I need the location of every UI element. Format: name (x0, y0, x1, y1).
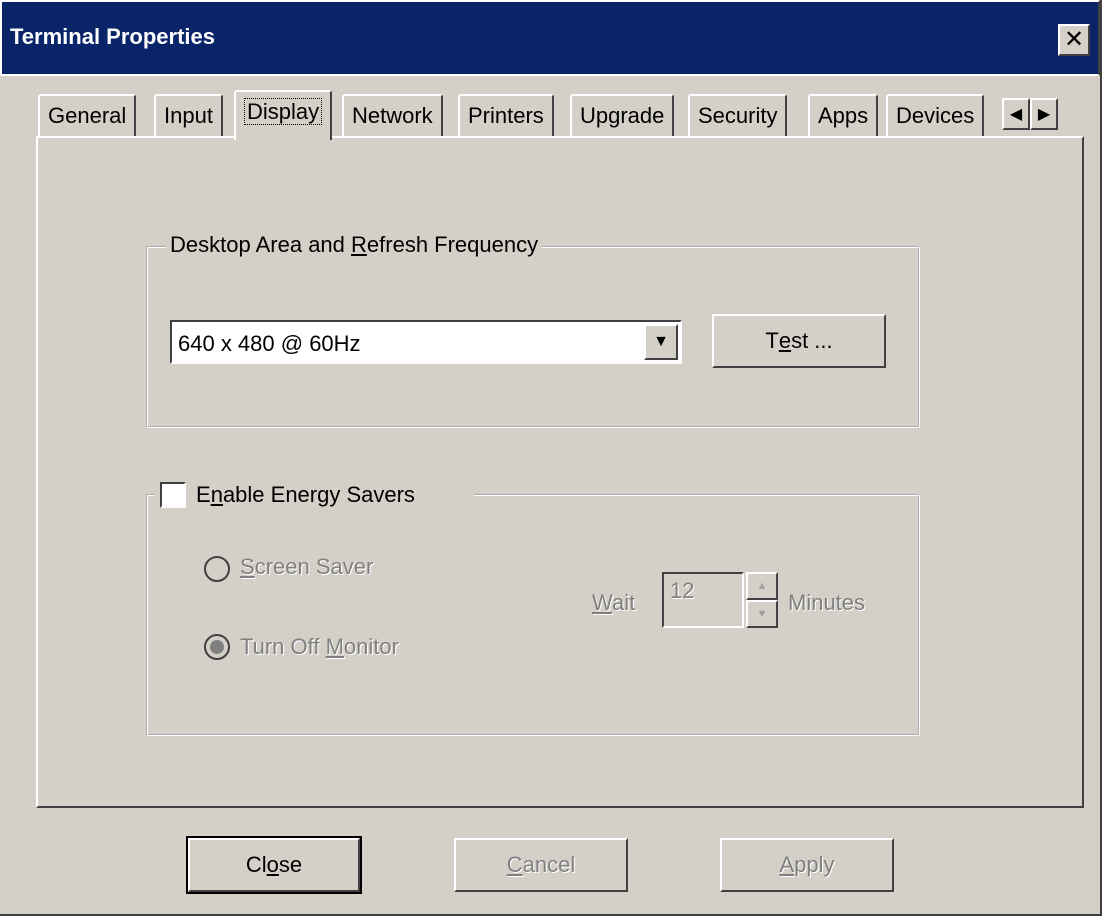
tab-label: General (48, 103, 127, 128)
tab-network[interactable]: Network (342, 94, 443, 138)
tab-label: Input (164, 103, 213, 128)
button-label: st ... (791, 328, 833, 353)
tab-label: Printers (468, 103, 544, 128)
minutes-label: Minutes (788, 590, 866, 615)
button-label: Cl (245, 852, 267, 877)
label-text: creen Saver (254, 554, 374, 579)
desktop-area-legend: Desktop Area and Refresh Frequency (166, 232, 543, 258)
legend-accelerator: R (351, 232, 367, 257)
test-button[interactable]: Te st ... (712, 314, 886, 368)
spin-up-button[interactable]: ▲ (746, 572, 778, 600)
chevron-down-icon: ▼ (653, 333, 669, 350)
wait-minutes-input[interactable]: 12 (662, 572, 744, 628)
tab-label: Devices (896, 103, 975, 128)
tab-scroll-right-button[interactable]: ▶ (1030, 98, 1058, 130)
turn-off-monitor-label[interactable]: Turn Off Monitor (240, 634, 399, 660)
close-button[interactable]: Cl o se (186, 836, 362, 894)
title-bar: Terminal Properties ✕ (0, 0, 1100, 76)
tab-label: Network (352, 103, 433, 128)
label-text: ait (611, 590, 636, 615)
tab-apps[interactable]: Apps (808, 94, 879, 138)
terminal-properties-window: Terminal Properties ✕ General Input Disp… (0, 0, 1102, 916)
button-accelerator: C (506, 852, 523, 877)
right-arrow-icon: ▶ (1037, 106, 1051, 123)
tab-devices[interactable]: Devices (886, 94, 985, 138)
screen-saver-radio[interactable] (204, 556, 230, 582)
button-label: pply (794, 852, 835, 877)
tab-scroll-left-button[interactable]: ◀ (1002, 98, 1030, 130)
resolution-value: 640 x 480 @ 60Hz (178, 331, 361, 356)
label-text: E (196, 482, 211, 507)
chevron-up-icon: ▲ (756, 580, 768, 592)
tab-input[interactable]: Input (154, 94, 223, 138)
left-arrow-icon: ◀ (1009, 106, 1023, 123)
button-label: ancel (522, 852, 576, 877)
label-accelerator: M (325, 634, 344, 659)
tab-printers[interactable]: Printers (458, 94, 554, 138)
tab-general[interactable]: General (38, 94, 137, 138)
button-accelerator: e (778, 328, 792, 353)
apply-button[interactable]: Apply (720, 838, 894, 892)
radio-dot (210, 640, 224, 654)
wait-value: 12 (670, 578, 695, 603)
enable-energy-savers-label[interactable]: Enable Energy Savers (196, 482, 415, 508)
tab-label: Upgrade (580, 103, 665, 128)
tab-label: Security (698, 103, 778, 128)
legend-text: efresh Frequency (366, 232, 539, 257)
label-accelerator: S (240, 554, 255, 579)
enable-energy-savers-checkbox[interactable] (160, 482, 186, 508)
spin-down-button[interactable]: ▼ (746, 600, 778, 628)
close-window-button[interactable]: ✕ (1058, 24, 1090, 56)
screen-saver-label[interactable]: Screen Saver (240, 554, 373, 580)
tab-label: Apps (818, 103, 869, 128)
cancel-button[interactable]: Cancel (454, 838, 628, 892)
label-accelerator: n (210, 482, 223, 507)
button-label: T (765, 328, 779, 353)
button-label: se (278, 852, 303, 877)
legend-text: Desktop Area and (170, 232, 352, 257)
label-text: onitor (343, 634, 399, 659)
button-accelerator: o (266, 852, 279, 877)
wait-label: Wait (592, 590, 635, 616)
dropdown-button[interactable]: ▼ (644, 324, 678, 360)
window-title: Terminal Properties (10, 24, 215, 49)
close-icon: ✕ (1063, 26, 1085, 53)
chevron-down-icon: ▼ (756, 608, 768, 620)
tab-upgrade[interactable]: Upgrade (570, 94, 675, 138)
turn-off-monitor-radio[interactable] (204, 634, 230, 660)
resolution-dropdown[interactable]: 640 x 480 @ 60Hz ▼ (170, 320, 682, 364)
tab-label: Display (244, 98, 323, 125)
tab-display[interactable]: Display (234, 90, 333, 140)
label-accelerator: W (592, 590, 612, 615)
button-accelerator: A (779, 852, 795, 877)
label-text: Turn Off (240, 634, 326, 659)
label-text: able Energy Savers (222, 482, 415, 507)
tab-security[interactable]: Security (688, 94, 788, 138)
